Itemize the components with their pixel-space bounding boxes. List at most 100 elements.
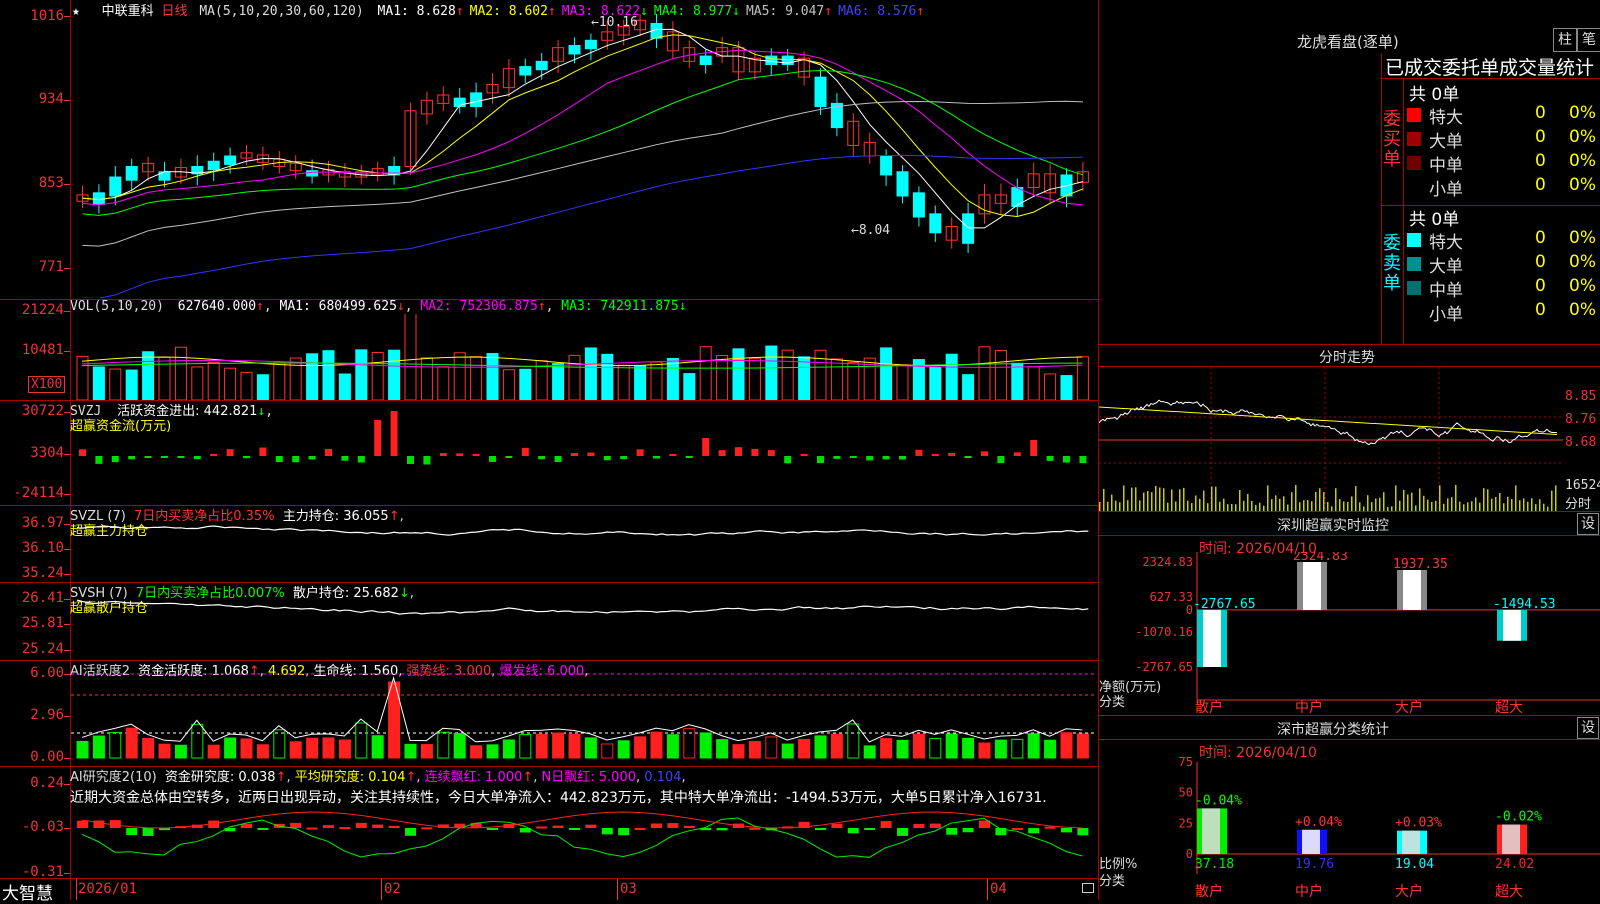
intraday-volume-bar	[1347, 501, 1349, 511]
intraday-volume-bar	[1343, 501, 1345, 511]
volume-bar	[896, 364, 909, 400]
order-count: 0	[1535, 127, 1546, 147]
main-chart-pane[interactable]: 1016 934 853 771 ★ 中联重科 日线 MA(5,10,20,30…	[0, 0, 1098, 300]
intraday-volume-bar	[1451, 497, 1453, 511]
candlestick-chart[interactable]: ←10.16 ←8.04	[71, 14, 1097, 298]
intraday-volume-bar	[1123, 485, 1125, 511]
intraday-volume-bar	[1159, 487, 1161, 511]
ai-research-y-label-3: -0.31	[21, 864, 64, 880]
svsh-line[interactable]	[71, 583, 1097, 660]
volume-bars[interactable]	[71, 314, 1097, 400]
ai-active-bar	[666, 734, 679, 759]
order-row-大单: 大单 0 0%	[1405, 127, 1600, 152]
intraday-volume-bar	[1143, 492, 1145, 511]
candle-body	[535, 60, 548, 71]
svsh-pane[interactable]: 26.41 25.81 25.24 SVSH (7) 7日内买卖净占比0.007…	[0, 583, 1098, 661]
intraday-volume-bar	[1531, 498, 1533, 511]
intraday-volume-bar	[1439, 485, 1441, 511]
svzj-pane[interactable]: 30722 3304 -24114 SVZJ 活跃资金进出: 442.821↓,…	[0, 401, 1098, 506]
color-swatch	[1407, 281, 1421, 295]
lock-icon[interactable]	[1082, 883, 1094, 893]
vol-y-label-2: 10481	[21, 342, 64, 358]
intraday-vol-unit: 分时	[1565, 497, 1592, 512]
volume-bar	[355, 349, 368, 400]
volume-bar	[1011, 362, 1024, 400]
ai-active-pane[interactable]: 6.00 2.96 0.00 AI活跃度2 资金活跃度: 1.068↑, 4.6…	[0, 661, 1098, 767]
ai-active-bar	[273, 729, 286, 759]
intraday-volume-bar	[1419, 488, 1421, 511]
sz-monitor-settings-button[interactable]: 设	[1577, 513, 1599, 535]
ai-active-bars[interactable]	[71, 661, 1097, 766]
volume-bar	[798, 356, 811, 400]
intraday-volume-bar	[1231, 503, 1233, 511]
main-y-label-1: 1016	[30, 8, 64, 24]
ai-active-bar	[470, 745, 483, 759]
color-swatch	[1407, 233, 1421, 247]
ai-active-y-label-3: 0.00	[30, 749, 64, 765]
intraday-volume-bar	[1215, 486, 1217, 511]
order-count: 0	[1535, 175, 1546, 195]
sz-class-chart[interactable]: 75 50 25 0 -0.04% 37.18 散户 +0.04% 19.76 中户 +0.03% 1…	[1099, 740, 1600, 900]
ai-research-bar	[847, 828, 859, 834]
ai-research-bar	[1011, 827, 1023, 830]
ai-research-bars[interactable]	[71, 767, 1097, 878]
svzj-bar	[292, 456, 300, 463]
order-percent: 0%	[1569, 151, 1596, 171]
vol-unit-badge: X100	[28, 376, 66, 393]
color-swatch	[1407, 108, 1421, 122]
intraday-volume-bar	[1155, 485, 1157, 511]
intraday-volume-bar	[1395, 485, 1397, 511]
intraday-volume-bar	[1503, 503, 1505, 511]
volume-bar	[994, 350, 1007, 400]
candle-body	[912, 192, 925, 218]
ai-research-pane[interactable]: 0.24 -0.03 -0.31 AI研究度2(10) 资金研究度: 0.038…	[0, 767, 1098, 880]
order-row-小单: 小单 0 0%	[1405, 175, 1600, 200]
bar-mode-button[interactable]: 柱	[1553, 28, 1577, 52]
ai-active-bar	[289, 741, 302, 759]
date-label-feb: 02	[384, 881, 401, 897]
sz-monitor-value-label: 1937.35	[1393, 557, 1448, 572]
ai-research-bar	[77, 820, 88, 828]
intraday-volume-bar	[1411, 492, 1413, 511]
pen-mode-button[interactable]: 笔	[1577, 28, 1600, 52]
sz-class-settings-button[interactable]: 设	[1577, 717, 1599, 739]
ma-line-4	[82, 69, 1084, 216]
intraday-volume-bar	[1211, 486, 1213, 511]
color-swatch	[1407, 156, 1421, 170]
intraday-volume-bar	[1199, 498, 1201, 511]
volume-bar	[666, 358, 679, 400]
intraday-volume-bar	[1283, 496, 1285, 511]
ai-active-bar	[1027, 733, 1040, 759]
order-percent: 0%	[1569, 175, 1596, 195]
intraday-chart[interactable]	[1099, 367, 1563, 511]
volume-pane[interactable]: 21224 10481 X100 VOL(5,10,20) 627640.000…	[0, 299, 1098, 401]
intraday-volume-bar	[1431, 501, 1433, 511]
intraday-volume-bar	[1479, 502, 1481, 511]
sz-monitor-chart[interactable]: 2324.83627.330-1070.16-2767.65-2767.65散户…	[1099, 552, 1600, 715]
main-y-label-3: 853	[38, 175, 64, 191]
svzj-bars[interactable]	[71, 401, 1097, 505]
ai-research-bar	[1044, 826, 1056, 829]
intraday-volume-bar	[1543, 503, 1545, 511]
sell-total: 共 0单	[1409, 210, 1460, 230]
volume-bar	[748, 357, 761, 400]
ai-research-bar	[388, 825, 400, 828]
intraday-volume-bar	[1399, 500, 1401, 511]
ai-active-bar	[650, 731, 663, 759]
sz-class-value-label: 24.02	[1495, 857, 1534, 872]
order-row-中单: 中单 0 0%	[1405, 276, 1600, 301]
svzl-pane[interactable]: 36.97 36.10 35.24 SVZL (7) 7日内买卖净占比0.35%…	[0, 506, 1098, 583]
sz-class-change-label: -0.04%	[1195, 793, 1242, 808]
volume-bar	[338, 373, 351, 400]
svzl-line[interactable]	[71, 506, 1097, 582]
ai-active-bar	[1044, 739, 1057, 759]
intraday-panel[interactable]: 分时走势 8.85 8.76 8.68 16524 分时	[1099, 345, 1600, 512]
intraday-volume-bar	[1339, 499, 1341, 511]
volume-bar	[765, 345, 778, 400]
order-type-label: 中单	[1429, 156, 1463, 176]
intraday-volume-bar	[1119, 502, 1121, 511]
intraday-volume-bar	[1303, 500, 1305, 511]
intraday-volume-bar	[1495, 496, 1497, 511]
intraday-volume-bar	[1467, 502, 1469, 511]
volume-bar	[814, 349, 827, 400]
